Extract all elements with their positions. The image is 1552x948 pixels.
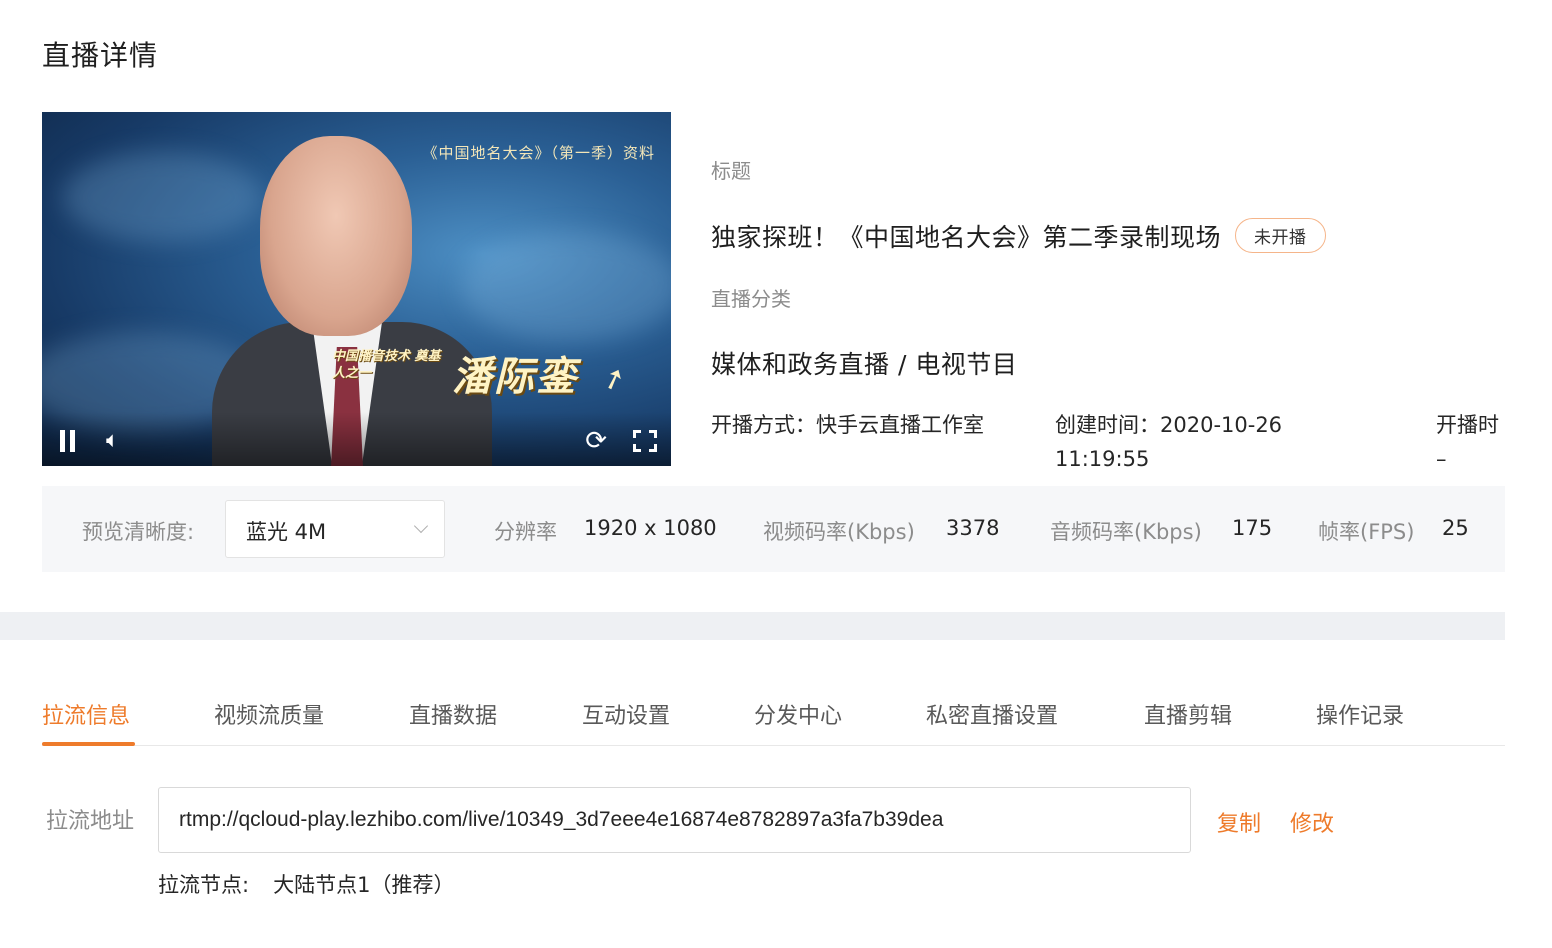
pull-node: 拉流节点: 大陆节点1（推荐） xyxy=(158,869,454,899)
preview-stats-bar: 预览清晰度: 蓝光 4M 分辨率 1920 x 1080 视频码率(Kbps) … xyxy=(42,486,1505,572)
tab-operation-log[interactable]: 操作记录 xyxy=(1316,698,1404,730)
tab-stream-quality[interactable]: 视频流质量 xyxy=(214,698,324,730)
tab-private-settings[interactable]: 私密直播设置 xyxy=(926,698,1058,730)
broadcast-method-value: 快手云直播工作室 xyxy=(816,413,984,437)
fps-label: 帧率(FPS) xyxy=(1318,520,1415,544)
video-overlay-name: 潘际銮 xyxy=(452,354,578,400)
page-title: 直播详情 xyxy=(42,39,159,72)
volume-icon[interactable]: 🔈︎ xyxy=(106,430,119,452)
copy-button[interactable]: 复制 xyxy=(1217,806,1261,838)
pause-icon[interactable] xyxy=(56,428,80,452)
broadcast-method: 开播方式：快手云直播工作室 xyxy=(711,408,1011,442)
live-title-row: 独家探班！《中国地名大会》第二季录制现场 未开播 xyxy=(711,218,1326,254)
quality-select-value: 蓝光 4M xyxy=(246,520,327,544)
refresh-icon[interactable]: ⟳ xyxy=(585,428,607,454)
tab-pull-info[interactable]: 拉流信息 xyxy=(42,698,130,730)
audio-bitrate-label: 音频码率(Kbps) xyxy=(1050,520,1202,544)
edit-button[interactable]: 修改 xyxy=(1290,806,1334,838)
pull-node-value: 大陆节点1（推荐） xyxy=(273,873,455,897)
created-time: 创建时间：2020-10-26 11:19:55 xyxy=(1055,408,1345,476)
tab-interaction[interactable]: 互动设置 xyxy=(582,698,670,730)
chevron-down-icon xyxy=(413,518,429,534)
category-label: 直播分类 xyxy=(711,287,791,311)
section-divider xyxy=(0,612,1505,640)
broadcast-method-label: 开播方式： xyxy=(711,413,816,437)
start-time-value: – xyxy=(1436,447,1447,471)
resolution-value: 1920 x 1080 xyxy=(584,516,717,540)
video-bitrate-value: 3378 xyxy=(946,516,1000,540)
created-time-label: 创建时间： xyxy=(1055,413,1160,437)
tab-live-data[interactable]: 直播数据 xyxy=(409,698,497,730)
player-controls xyxy=(42,412,671,466)
quality-select[interactable]: 蓝光 4M xyxy=(225,500,445,558)
audio-bitrate-value: 175 xyxy=(1232,516,1273,540)
status-badge: 未开播 xyxy=(1235,218,1326,253)
pull-url-input[interactable] xyxy=(158,787,1191,853)
detail-tabs: 拉流信息 视频流质量 直播数据 互动设置 分发中心 私密直播设置 直播剪辑 操作… xyxy=(42,690,1505,746)
pull-node-label: 拉流节点: xyxy=(158,873,250,897)
category-value: 媒体和政务直播 / 电视节目 xyxy=(711,350,1018,379)
arrow-decoration-icon: ➚ xyxy=(597,358,631,399)
live-title: 独家探班！《中国地名大会》第二季录制现场 xyxy=(711,223,1222,252)
resolution-label: 分辨率 xyxy=(494,520,557,544)
tab-clips[interactable]: 直播剪辑 xyxy=(1144,698,1232,730)
tab-distribution[interactable]: 分发中心 xyxy=(754,698,842,730)
active-tab-indicator xyxy=(42,742,135,746)
start-time-label: 开播时 xyxy=(1436,413,1499,437)
title-label: 标题 xyxy=(711,159,751,183)
video-player[interactable]: 《中国地名大会》（第一季）资料 中国播音技术 奠基人之一 潘际銮 ➚ 🔈︎ ⟳ xyxy=(42,112,671,466)
video-bitrate-label: 视频码率(Kbps) xyxy=(763,520,915,544)
fps-value: 25 xyxy=(1442,516,1469,540)
video-overlay-subtitle: 中国播音技术 奠基人之一 xyxy=(332,349,441,381)
pull-url-label: 拉流地址 xyxy=(46,809,135,834)
fullscreen-icon[interactable] xyxy=(633,430,657,452)
start-time: 开播时 – xyxy=(1436,408,1552,476)
quality-label: 预览清晰度: xyxy=(82,520,195,544)
